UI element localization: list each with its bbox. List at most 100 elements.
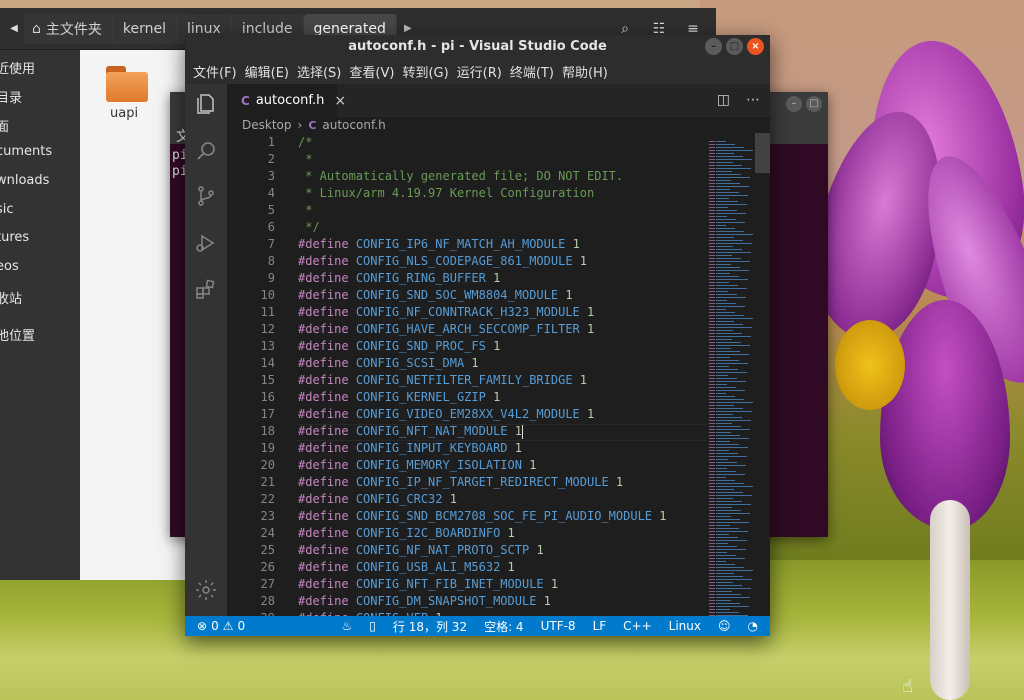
code-editor[interactable]: 1/* 2 * 3 * Automatically generated file; … <box>227 133 707 616</box>
breadcrumb-home[interactable]: ⌂ 主文件夹 <box>24 13 113 44</box>
breadcrumb-folder[interactable]: Desktop <box>242 118 292 132</box>
minimap-line <box>716 480 735 481</box>
menu-run[interactable]: 运行(R) <box>453 62 506 81</box>
explorer-icon[interactable] <box>194 92 218 116</box>
maximize-icon[interactable]: □ <box>806 96 822 112</box>
warning-count[interactable]: 0 <box>237 619 245 633</box>
menu-view[interactable]: 查看(V) <box>345 62 398 81</box>
minimap[interactable] <box>707 133 755 619</box>
indentation[interactable]: 空格: 4 <box>484 618 524 635</box>
folder-icon[interactable] <box>104 66 152 106</box>
end-of-line[interactable]: LF <box>593 619 607 633</box>
code-line[interactable]: 28 #define CONFIG_DM_SNAPSHOT_MODULE 1 <box>227 594 707 611</box>
sidebar-item-pictures[interactable]: tures <box>0 230 29 245</box>
menu-selection[interactable]: 选择(S) <box>293 62 345 81</box>
sidebar-item-recent[interactable]: 近使用 <box>0 58 35 77</box>
encoding[interactable]: UTF-8 <box>541 619 576 633</box>
tab-autoconf-h[interactable]: C autoconf.h × <box>227 84 346 117</box>
error-count[interactable]: 0 <box>211 619 219 633</box>
warning-icon[interactable]: ⚠ <box>223 619 234 633</box>
code-line[interactable]: 1 /* <box>227 135 707 152</box>
breadcrumb-file[interactable]: autoconf.h <box>322 118 385 132</box>
menu-help[interactable]: 帮助(H) <box>558 62 612 81</box>
flame-icon[interactable]: ♨ <box>342 619 353 633</box>
code-line[interactable]: 7 #define CONFIG_IP6_NF_MATCH_AH_MODULE 1 <box>227 237 707 254</box>
minimize-icon[interactable]: – <box>705 38 722 55</box>
vertical-scrollbar[interactable] <box>755 133 770 616</box>
code-line[interactable]: 15 #define CONFIG_NETFILTER_FAMILY_BRIDGE… <box>227 373 707 390</box>
minimap-line <box>716 456 747 457</box>
minimap-line <box>709 498 715 499</box>
sidebar-item-trash[interactable]: 收站 <box>0 288 22 307</box>
code-line[interactable]: 18 #define CONFIG_NFT_NAT_MODULE 1 <box>227 424 707 441</box>
code-line[interactable]: 24 #define CONFIG_I2C_BOARDINFO 1 <box>227 526 707 543</box>
run-debug-icon[interactable] <box>194 231 218 255</box>
sidebar-item-downloads[interactable]: wnloads <box>0 173 49 188</box>
code-line[interactable]: 8 #define CONFIG_NLS_CODEPAGE_861_MODULE … <box>227 254 707 271</box>
sidebar-item-other-locations[interactable]: 他位置 <box>0 325 35 344</box>
language-mode[interactable]: C++ <box>623 619 652 633</box>
menu-go[interactable]: 转到(G) <box>398 62 452 81</box>
source-control-icon[interactable] <box>194 184 218 208</box>
code-text: #define CONFIG_NF_NAT_PROTO_SCTP 1 <box>298 543 544 557</box>
sidebar-item-documents[interactable]: cuments <box>0 144 52 159</box>
code-line[interactable]: 2 * <box>227 152 707 169</box>
scrollbar-thumb[interactable] <box>755 133 770 173</box>
minimap-line <box>716 387 736 388</box>
code-line[interactable]: 10 #define CONFIG_SND_SOC_WM8804_MODULE 1 <box>227 288 707 305</box>
minimize-icon[interactable]: – <box>786 96 802 112</box>
search-icon[interactable] <box>194 139 218 163</box>
code-text: #define CONFIG_CRC32 1 <box>298 492 457 506</box>
back-arrow-icon[interactable]: ◀ <box>4 14 24 44</box>
menu-file[interactable]: 文件(F) <box>189 62 241 81</box>
minimap-line <box>716 570 753 571</box>
code-line[interactable]: 12 #define CONFIG_HAVE_ARCH_SECCOMP_FILTE… <box>227 322 707 339</box>
code-line[interactable]: 19 #define CONFIG_INPUT_KEYBOARD 1 <box>227 441 707 458</box>
settings-gear-icon[interactable] <box>194 578 218 602</box>
code-line[interactable]: 23 #define CONFIG_SND_BCM2708_SOC_FE_PI_A… <box>227 509 707 526</box>
code-line[interactable]: 27 #define CONFIG_NFT_FIB_INET_MODULE 1 <box>227 577 707 594</box>
breadcrumb-kernel[interactable]: kernel <box>112 13 177 44</box>
cursor-position[interactable]: 行 18，列 32 <box>393 618 467 635</box>
c-cpp-configuration[interactable]: Linux <box>669 619 701 633</box>
sidebar-item-desktop[interactable]: 面 <box>0 116 9 135</box>
minimap-line <box>709 468 715 469</box>
code-line[interactable]: 4 * Linux/arm 4.19.97 Kernel Configurati… <box>227 186 707 203</box>
code-line[interactable]: 6 */ <box>227 220 707 237</box>
more-actions-icon[interactable]: ⋯ <box>746 92 760 108</box>
close-icon[interactable]: × <box>747 38 764 55</box>
code-line[interactable]: 11 #define CONFIG_NF_CONNTRACK_H323_MODUL… <box>227 305 707 322</box>
minimap-line <box>716 309 726 310</box>
code-line[interactable]: 14 #define CONFIG_SCSI_DMA 1 <box>227 356 707 373</box>
menu-edit[interactable]: 编辑(E) <box>241 62 293 81</box>
minimap-line <box>709 357 715 358</box>
notifications-bell-icon[interactable]: ◔ <box>748 619 758 633</box>
code-text: */ <box>298 220 320 234</box>
database-icon[interactable]: ▯ <box>369 619 376 633</box>
code-line[interactable]: 9 #define CONFIG_RING_BUFFER 1 <box>227 271 707 288</box>
feedback-icon[interactable]: ☺ <box>718 619 731 633</box>
home-icon: ⌂ <box>32 20 41 37</box>
code-line[interactable]: 13 #define CONFIG_SND_PROC_FS 1 <box>227 339 707 356</box>
code-line[interactable]: 26 #define CONFIG_USB_ALI_M5632 1 <box>227 560 707 577</box>
sidebar-item-music[interactable]: sic <box>0 202 14 217</box>
error-icon[interactable]: ⊗ <box>197 619 207 633</box>
maximize-icon[interactable]: □ <box>726 38 743 55</box>
editor-tab-bar: C autoconf.h × ◫ ⋯ <box>227 84 770 117</box>
code-line[interactable]: 25 #define CONFIG_NF_NAT_PROTO_SCTP 1 <box>227 543 707 560</box>
code-line[interactable]: 5 * <box>227 203 707 220</box>
code-line[interactable]: 3 * Automatically generated file; DO NOT… <box>227 169 707 186</box>
split-editor-icon[interactable]: ◫ <box>717 92 730 108</box>
code-line[interactable]: 16 #define CONFIG_KERNEL_GZIP 1 <box>227 390 707 407</box>
menu-terminal[interactable]: 终端(T) <box>506 62 558 81</box>
code-line[interactable]: 22 #define CONFIG_CRC32 1 <box>227 492 707 509</box>
close-icon[interactable]: × <box>334 93 346 109</box>
folder-label[interactable]: uapi <box>110 106 138 121</box>
sidebar-item-videos[interactable]: eos <box>0 259 19 274</box>
code-line[interactable]: 20 #define CONFIG_MEMORY_ISOLATION 1 <box>227 458 707 475</box>
minimap-line <box>709 600 715 601</box>
extensions-icon[interactable] <box>194 277 218 301</box>
sidebar-item-home[interactable]: 目录 <box>0 87 22 106</box>
code-line[interactable]: 17 #define CONFIG_VIDEO_EM28XX_V4L2_MODUL… <box>227 407 707 424</box>
code-line[interactable]: 21 #define CONFIG_IP_NF_TARGET_REDIRECT_M… <box>227 475 707 492</box>
